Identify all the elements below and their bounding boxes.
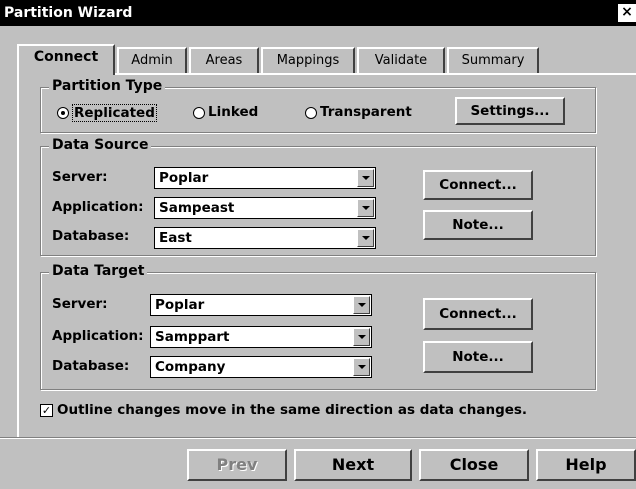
source-server-combo[interactable]: Poplar xyxy=(154,167,376,189)
chevron-down-icon[interactable] xyxy=(353,358,370,376)
tab-admin[interactable]: Admin xyxy=(117,47,187,73)
chevron-down-icon[interactable] xyxy=(357,229,374,247)
tab-validate[interactable]: Validate xyxy=(357,47,445,73)
settings-button[interactable]: Settings... xyxy=(455,97,565,125)
source-database-label: Database: xyxy=(52,228,130,244)
close-button[interactable]: Close xyxy=(419,449,529,481)
target-connect-button[interactable]: Connect... xyxy=(423,298,533,330)
target-application-value: Samppart xyxy=(155,329,230,345)
chevron-down-icon[interactable] xyxy=(353,296,370,314)
target-server-label: Server: xyxy=(52,296,108,312)
radio-replicated-label[interactable]: Replicated xyxy=(72,104,157,122)
footer-divider xyxy=(0,437,636,439)
tab-areas[interactable]: Areas xyxy=(189,47,259,73)
target-server-combo[interactable]: Poplar xyxy=(150,294,372,316)
prev-button[interactable]: Prev xyxy=(187,449,287,481)
target-application-combo[interactable]: Samppart xyxy=(150,326,372,348)
source-database-value: East xyxy=(159,230,192,246)
target-database-combo[interactable]: Company xyxy=(150,356,372,378)
target-application-label: Application: xyxy=(52,328,144,344)
target-note-button[interactable]: Note... xyxy=(423,341,533,373)
source-application-value: Sampeast xyxy=(159,200,235,216)
radio-transparent-label[interactable]: Transparent xyxy=(320,104,412,120)
data-source-legend: Data Source xyxy=(49,137,152,153)
outline-changes-label[interactable]: Outline changes move in the same directi… xyxy=(57,402,527,418)
outline-changes-checkbox[interactable]: ✓ xyxy=(40,404,53,417)
target-database-value: Company xyxy=(155,359,226,375)
help-button[interactable]: Help xyxy=(536,449,636,481)
radio-transparent[interactable] xyxy=(305,107,317,119)
close-icon[interactable]: × xyxy=(618,4,636,22)
tab-connect[interactable]: Connect xyxy=(17,44,115,75)
tab-mappings[interactable]: Mappings xyxy=(261,47,355,73)
radio-linked-label[interactable]: Linked xyxy=(208,104,258,120)
next-button[interactable]: Next xyxy=(294,449,412,481)
source-connect-button[interactable]: Connect... xyxy=(423,170,533,200)
source-note-button[interactable]: Note... xyxy=(423,210,533,240)
radio-linked[interactable] xyxy=(193,107,205,119)
source-server-value: Poplar xyxy=(159,170,209,186)
chevron-down-icon[interactable] xyxy=(357,169,374,187)
partition-type-legend: Partition Type xyxy=(49,78,166,94)
partition-wizard-window: Partition Wizard × Connect Admin Areas M… xyxy=(0,0,636,489)
radio-replicated[interactable] xyxy=(57,107,69,119)
source-server-label: Server: xyxy=(52,169,108,185)
target-database-label: Database: xyxy=(52,358,130,374)
source-application-label: Application: xyxy=(52,199,144,215)
chevron-down-icon[interactable] xyxy=(357,199,374,217)
tab-summary[interactable]: Summary xyxy=(447,47,539,73)
target-server-value: Poplar xyxy=(155,297,205,313)
title-bar: Partition Wizard × xyxy=(0,0,636,26)
source-application-combo[interactable]: Sampeast xyxy=(154,197,376,219)
window-title: Partition Wizard xyxy=(4,5,133,21)
data-target-legend: Data Target xyxy=(49,263,148,279)
source-database-combo[interactable]: East xyxy=(154,227,376,249)
chevron-down-icon[interactable] xyxy=(353,328,370,346)
